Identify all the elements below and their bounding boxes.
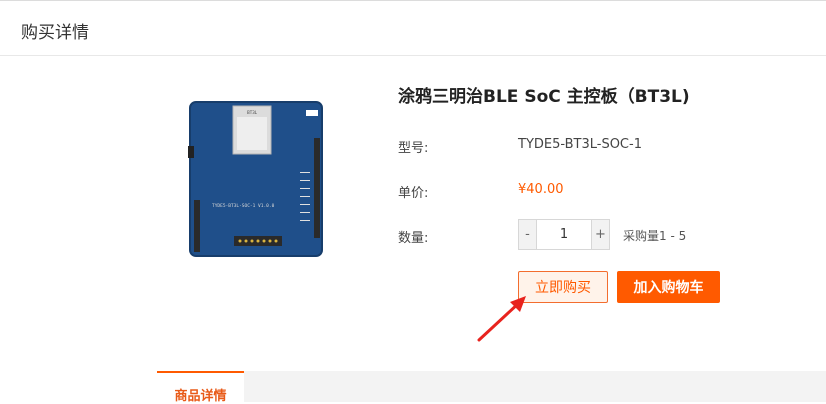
product-title: 涂鸦三明治BLE SoC 主控板（BT3L) (398, 87, 690, 107)
board-silkscreen: TYDE5-BT3L-SOC-1 V1.0.0 (212, 203, 275, 209)
price-label: 单价: (398, 186, 429, 201)
product-image: BT3L TYDE5-BT3L-SOC-1 V1.0.0 (188, 101, 323, 257)
model-label: 型号: (398, 141, 429, 156)
quantity-input[interactable]: 1 (537, 220, 591, 249)
model-value: TYDE5-BT3L-SOC-1 (518, 137, 642, 152)
increase-quantity-button[interactable]: + (591, 220, 609, 249)
quantity-label: 数量: (398, 231, 429, 246)
page-title: 购买详情 (21, 23, 89, 43)
decrease-quantity-button[interactable]: - (519, 220, 537, 249)
module-label: BT3L (247, 110, 258, 115)
annotation-arrow-icon (477, 296, 526, 342)
quantity-stepper: - 1 + (518, 219, 610, 250)
tab-product-details[interactable]: 商品详情 (157, 371, 244, 404)
detail-tab-bar: 商品详情 (157, 371, 826, 404)
page-header: 购买详情 (0, 1, 826, 56)
price-value: ¥40.00 (518, 182, 564, 197)
add-to-cart-button[interactable]: 加入购物车 (617, 271, 720, 303)
quantity-range-hint: 采购量1 - 5 (623, 229, 687, 243)
